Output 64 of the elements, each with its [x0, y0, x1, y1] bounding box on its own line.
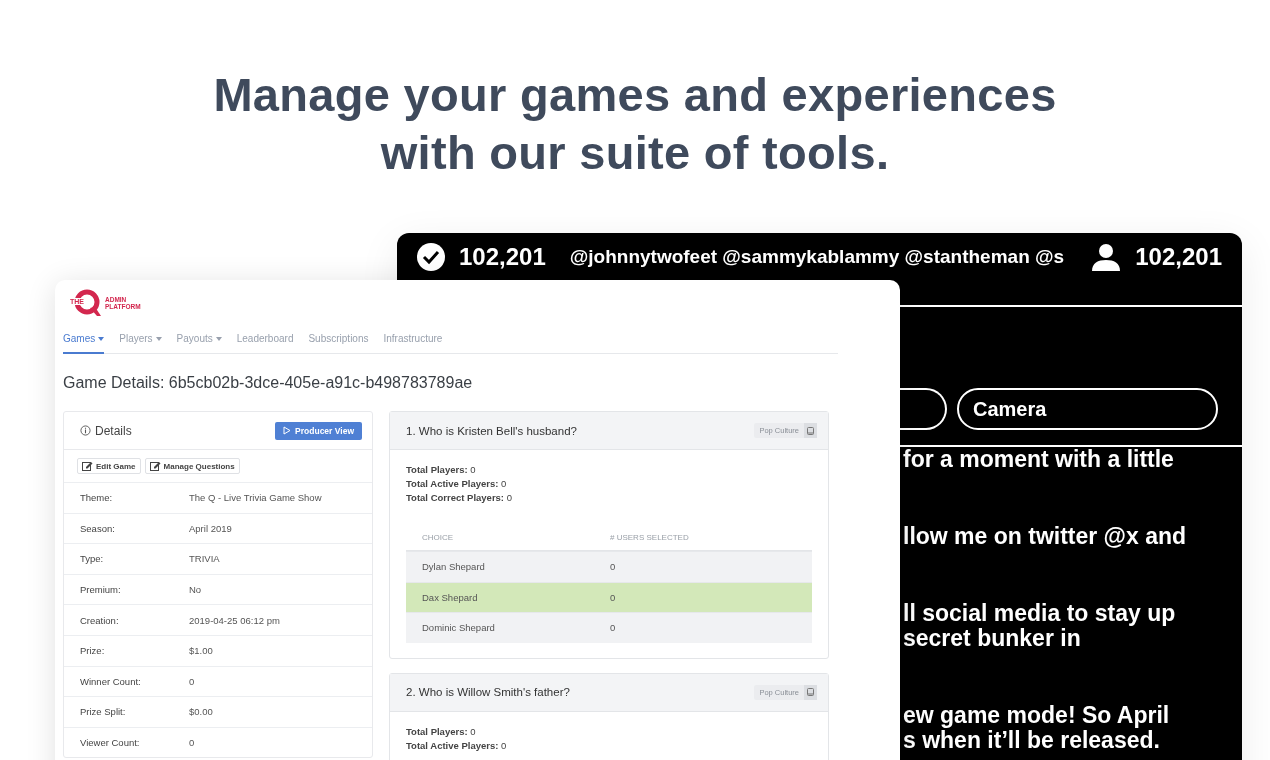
page-title: Game Details: 6b5cb02b-3dce-405e-a91c-b498783789ae [63, 374, 474, 392]
play-icon [283, 426, 292, 435]
detail-label: Winner Count: [80, 675, 142, 687]
detail-label: Premium: [80, 584, 122, 596]
producer-view-button[interactable]: Producer View [275, 421, 362, 440]
detail-label: Prize Split: [80, 706, 127, 718]
nav-tab[interactable]: Infrastructure [383, 324, 443, 354]
panel-title: Details [95, 423, 132, 438]
mentions-ticker: @johnnytwofeet @sammykablammy @stantheman @s [569, 245, 1066, 269]
message-text: ll social media to stay up [903, 601, 1177, 626]
detail-value: $1.00 [189, 645, 213, 657]
message-text: ew game mode! So April [903, 703, 1171, 728]
detail-value: 0 [189, 675, 195, 687]
detail-label: Season: [80, 522, 116, 534]
action-button[interactable]: Edit Game [77, 458, 141, 474]
headline: with our suite of tools. [380, 125, 890, 181]
action-button[interactable]: Manage Questions [144, 458, 240, 474]
message-text: secret bunker in [903, 626, 1082, 651]
detail-value: 2019-04-25 06:12 pm [189, 614, 280, 626]
check-icon [417, 243, 445, 271]
nav-tab[interactable]: Players [119, 324, 162, 354]
nav-tab[interactable]: Subscriptions [308, 324, 369, 354]
choice-count: 0 [610, 591, 616, 603]
stat-text: Total Players: 0 [406, 463, 477, 477]
detail-value: TRIVIA [189, 553, 220, 565]
choice-count: 0 [610, 561, 616, 573]
choice-text: Dax Shepard [422, 591, 479, 603]
stat-text: Total Players: 0 [406, 724, 477, 739]
detail-label: Type: [80, 553, 105, 565]
detail-value: The Q - Live Trivia Game Show [189, 492, 322, 504]
message-text: for a moment with a little [903, 447, 1175, 472]
detail-label: Prize: [80, 645, 106, 657]
detail-value: No [189, 584, 202, 596]
stat-text: Total Correct Players: 0 [406, 491, 513, 505]
edit-icon [82, 461, 93, 471]
message-text: s when it’ll be released. [903, 728, 1160, 753]
column-header: # USERS SELECTED [610, 533, 689, 542]
choice-text: Dominic Shepard [422, 622, 496, 634]
tablet-icon [807, 426, 814, 435]
option-pill[interactable]: Camera [957, 388, 1218, 430]
viewer-count: 102,201 [1135, 243, 1222, 271]
detail-value: 0 [189, 737, 195, 749]
question-title: 2. Who is Willow Smith's father? [406, 686, 570, 699]
detail-value: $0.00 [189, 706, 213, 718]
message-text: llow me on twitter @x and [903, 524, 1188, 549]
choice-count: 0 [610, 622, 616, 634]
detail-value: April 2019 [189, 522, 232, 534]
detail-label: Theme: [80, 492, 114, 504]
question-title: 1. Who is Kristen Bell's husband? [406, 424, 577, 437]
column-header: CHOICE [422, 533, 455, 542]
nav-tab[interactable]: Payouts [176, 324, 222, 354]
person-icon [1091, 243, 1122, 271]
choice-text: Dylan Shepard [422, 561, 486, 573]
nav-tab[interactable]: Games [63, 324, 105, 354]
stat-text: Total Active Players: 0 [406, 477, 508, 491]
nav-tab[interactable]: Leaderboard [236, 324, 294, 354]
stat-text: Total Active Players: 0 [406, 738, 508, 753]
player-count: 102,201 [459, 243, 546, 271]
headline: Manage your games and experiences [213, 67, 1057, 123]
tablet-icon [807, 688, 814, 697]
info-icon [80, 425, 91, 436]
detail-label: Creation: [80, 614, 120, 626]
detail-label: Viewer Count: [80, 737, 141, 749]
edit-icon [149, 461, 161, 471]
